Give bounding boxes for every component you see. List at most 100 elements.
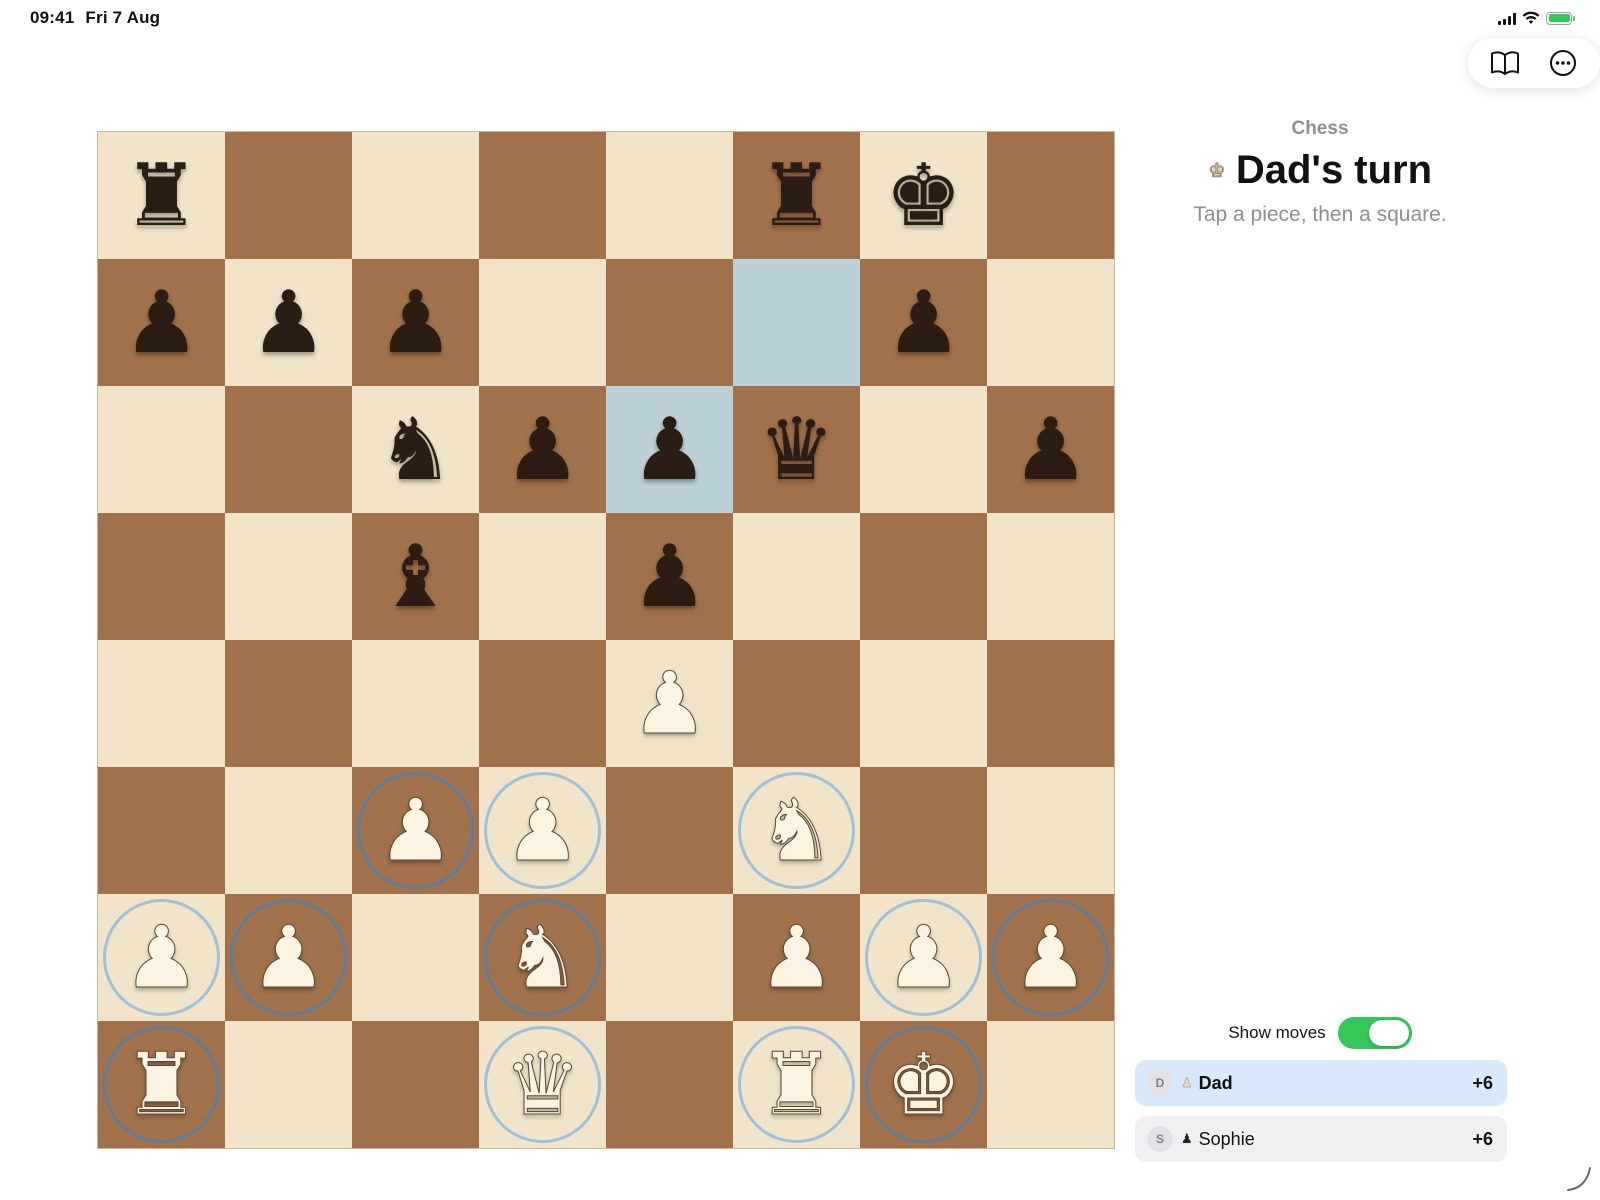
square-f5[interactable] [733, 513, 860, 640]
square-f1[interactable]: ♜ [733, 1021, 860, 1148]
square-a1[interactable]: ♜ [98, 1021, 225, 1148]
square-h1[interactable] [987, 1021, 1114, 1148]
square-h3[interactable] [987, 767, 1114, 894]
player-row-dad[interactable]: D ♟ Dad +6 [1135, 1060, 1507, 1106]
player-name: Dad [1198, 1072, 1233, 1093]
black-pawn-icon[interactable]: ♟ [250, 280, 327, 366]
square-g8[interactable]: ♚ [860, 132, 987, 259]
square-g1[interactable]: ♚ [860, 1021, 987, 1148]
square-b8[interactable] [225, 132, 352, 259]
square-f3[interactable]: ♞ [733, 767, 860, 894]
white-queen-icon[interactable]: ♛ [503, 1041, 581, 1128]
square-h4[interactable] [987, 640, 1114, 767]
black-pawn-icon[interactable]: ♟ [504, 407, 581, 493]
square-e2[interactable] [606, 894, 733, 1021]
square-h7[interactable] [987, 259, 1114, 386]
white-pawn-icon[interactable]: ♟ [503, 787, 581, 874]
white-pawn-icon[interactable]: ♟ [757, 914, 835, 1001]
square-d3[interactable]: ♟ [479, 767, 606, 894]
white-pawn-icon[interactable]: ♟ [1011, 914, 1089, 1001]
square-c3[interactable]: ♟ [352, 767, 479, 894]
show-moves-toggle[interactable] [1337, 1017, 1412, 1049]
square-a3[interactable] [98, 767, 225, 894]
square-c7[interactable]: ♟ [352, 259, 479, 386]
black-pawn-icon[interactable]: ♟ [1012, 407, 1089, 493]
more-button[interactable] [1543, 43, 1583, 83]
square-b1[interactable] [225, 1021, 352, 1148]
square-a6[interactable] [98, 386, 225, 513]
black-bishop-icon[interactable]: ♝ [377, 534, 454, 620]
square-b2[interactable]: ♟ [225, 894, 352, 1021]
white-pawn-icon[interactable]: ♟ [376, 787, 454, 874]
square-d7[interactable] [479, 259, 606, 386]
square-g6[interactable] [860, 386, 987, 513]
square-d5[interactable] [479, 513, 606, 640]
square-f2[interactable]: ♟ [733, 894, 860, 1021]
square-d4[interactable] [479, 640, 606, 767]
square-c5[interactable]: ♝ [352, 513, 479, 640]
square-d2[interactable]: ♞ [479, 894, 606, 1021]
square-b7[interactable]: ♟ [225, 259, 352, 386]
white-rook-icon[interactable]: ♜ [757, 1041, 835, 1128]
black-pawn-icon[interactable]: ♟ [377, 280, 454, 366]
square-g7[interactable]: ♟ [860, 259, 987, 386]
white-pawn-icon[interactable]: ♟ [122, 914, 200, 1001]
white-rook-icon[interactable]: ♜ [122, 1041, 200, 1128]
player-score: +6 [1472, 1128, 1493, 1149]
white-king-icon[interactable]: ♚ [884, 1041, 962, 1128]
square-g3[interactable] [860, 767, 987, 894]
square-c4[interactable] [352, 640, 479, 767]
square-e8[interactable] [606, 132, 733, 259]
square-c1[interactable] [352, 1021, 479, 1148]
square-d8[interactable] [479, 132, 606, 259]
square-c8[interactable] [352, 132, 479, 259]
square-c2[interactable] [352, 894, 479, 1021]
black-pawn-icon[interactable]: ♟ [885, 280, 962, 366]
white-pawn-icon[interactable]: ♟ [249, 914, 327, 1001]
square-a8[interactable]: ♜ [98, 132, 225, 259]
black-rook-icon[interactable]: ♜ [758, 153, 835, 239]
square-h2[interactable]: ♟ [987, 894, 1114, 1021]
square-g2[interactable]: ♟ [860, 894, 987, 1021]
white-pawn-icon[interactable]: ♟ [630, 660, 708, 747]
square-g5[interactable] [860, 513, 987, 640]
black-pawn-icon[interactable]: ♟ [631, 407, 708, 493]
square-b6[interactable] [225, 386, 352, 513]
square-b4[interactable] [225, 640, 352, 767]
black-pawn-icon[interactable]: ♟ [631, 534, 708, 620]
player-row-sophie[interactable]: S ♟ Sophie +6 [1135, 1116, 1507, 1162]
square-c6[interactable]: ♞ [352, 386, 479, 513]
square-d1[interactable]: ♛ [479, 1021, 606, 1148]
square-e3[interactable] [606, 767, 733, 894]
black-rook-icon[interactable]: ♜ [123, 153, 200, 239]
square-f4[interactable] [733, 640, 860, 767]
square-b5[interactable] [225, 513, 352, 640]
square-e5[interactable]: ♟ [606, 513, 733, 640]
white-knight-icon[interactable]: ♞ [503, 914, 581, 1001]
square-a7[interactable]: ♟ [98, 259, 225, 386]
square-f7[interactable] [733, 259, 860, 386]
square-h8[interactable] [987, 132, 1114, 259]
square-h6[interactable]: ♟ [987, 386, 1114, 513]
black-king-icon[interactable]: ♚ [885, 153, 962, 239]
square-a2[interactable]: ♟ [98, 894, 225, 1021]
black-pawn-icon[interactable]: ♟ [123, 280, 200, 366]
rules-button[interactable] [1485, 43, 1525, 83]
square-d6[interactable]: ♟ [479, 386, 606, 513]
white-pawn-icon[interactable]: ♟ [884, 914, 962, 1001]
white-king-icon: ♚ [1207, 160, 1226, 183]
square-h5[interactable] [987, 513, 1114, 640]
square-f6[interactable]: ♛ [733, 386, 860, 513]
black-queen-icon[interactable]: ♛ [758, 407, 835, 493]
square-e7[interactable] [606, 259, 733, 386]
square-e4[interactable]: ♟ [606, 640, 733, 767]
square-e6[interactable]: ♟ [606, 386, 733, 513]
square-e1[interactable] [606, 1021, 733, 1148]
square-a4[interactable] [98, 640, 225, 767]
square-b3[interactable] [225, 767, 352, 894]
black-knight-icon[interactable]: ♞ [377, 407, 454, 493]
white-knight-icon[interactable]: ♞ [757, 787, 835, 874]
square-a5[interactable] [98, 513, 225, 640]
square-f8[interactable]: ♜ [733, 132, 860, 259]
square-g4[interactable] [860, 640, 987, 767]
